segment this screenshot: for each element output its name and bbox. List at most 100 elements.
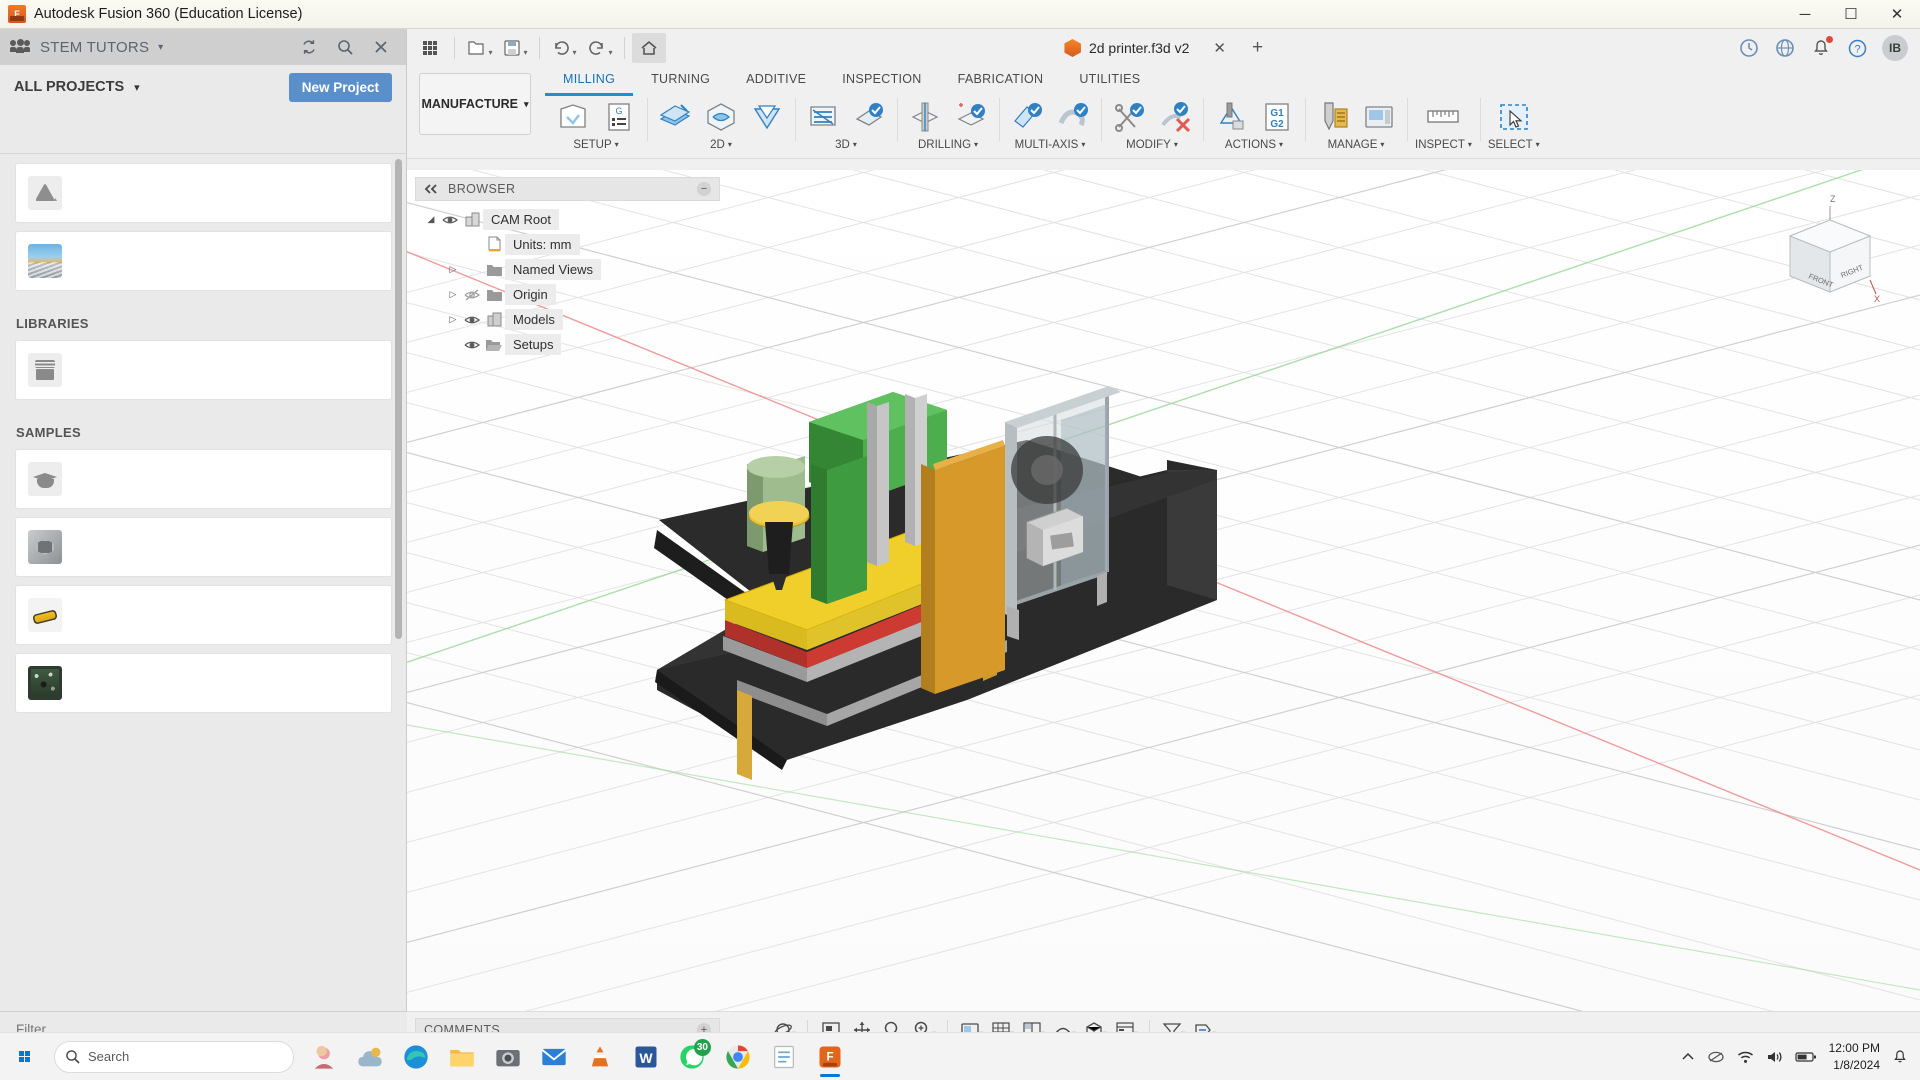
ribbon-group-label[interactable]: ACTIONS ▾ (1225, 139, 1283, 151)
project-card[interactable] (16, 164, 391, 222)
browser-header[interactable]: BROWSER − (415, 177, 720, 201)
generate-nc-program-icon[interactable]: G (599, 97, 639, 137)
user-avatar[interactable]: IB (1882, 35, 1908, 61)
select-icon[interactable] (1494, 97, 1534, 137)
team-name[interactable]: STEM TUTORS (40, 39, 149, 56)
ribbon-group-label[interactable]: MANAGE ▾ (1328, 139, 1385, 151)
visibility-eye-icon[interactable] (461, 314, 483, 326)
browser-tree-item[interactable]: ▷ Models (415, 307, 720, 332)
undo-icon[interactable]: ▾ (547, 33, 581, 63)
expand-arrow-icon[interactable]: ▷ (445, 314, 461, 325)
taskbar-whatsapp-icon[interactable]: 30 (670, 1035, 714, 1079)
browser-tree[interactable]: ◢ CAM Root Units: mm ▷ Named Views ▷ Origin ▷ Mo… (415, 201, 720, 357)
bell-icon[interactable] (1810, 36, 1833, 59)
ribbon-group-label[interactable]: 3D ▾ (835, 139, 857, 151)
redo-icon[interactable]: ▾ (583, 33, 617, 63)
close-panel-icon[interactable] (370, 36, 392, 58)
parallel-3d-icon[interactable] (849, 97, 889, 137)
battery-icon[interactable] (1795, 1051, 1817, 1063)
view-cube[interactable]: Z FRONT RIGHT X (1770, 190, 1880, 304)
ribbon-group-label[interactable]: SELECT ▾ (1488, 139, 1540, 151)
ribbon-tab-turning[interactable]: TURNING (633, 72, 728, 96)
taskbar-mail-icon[interactable] (532, 1035, 576, 1079)
browser-tree-label[interactable]: Setups (505, 334, 562, 355)
maximize-button[interactable]: ☐ (1828, 0, 1874, 29)
ribbon-group-label[interactable]: SETUP ▾ (573, 139, 618, 151)
post-process-icon[interactable]: G1 G2 (1257, 97, 1297, 137)
document-tab[interactable]: 2d printer.f3d v2 ✕ + (1063, 29, 1263, 67)
taskbar-file-explorer-icon[interactable] (440, 1035, 484, 1079)
help-icon[interactable]: ? (1846, 37, 1868, 59)
job-status-icon[interactable] (1738, 37, 1760, 59)
ribbon-group-label[interactable]: INSPECT ▾ (1415, 139, 1472, 151)
drill-icon[interactable] (905, 97, 945, 137)
ribbon-group-label[interactable]: MODIFY ▾ (1126, 139, 1178, 151)
visibility-eye-icon[interactable] (461, 339, 483, 351)
trim-toolpath-icon[interactable] (1109, 97, 1149, 137)
new-project-button[interactable]: New Project (288, 72, 392, 102)
delete-toolpath-icon[interactable] (1155, 97, 1195, 137)
ribbon-tab-fabrication[interactable]: FABRICATION (940, 72, 1062, 96)
taskbar-chrome-icon[interactable] (716, 1035, 760, 1079)
taskbar-fusion360-icon[interactable]: F (808, 1035, 852, 1079)
project-card[interactable] (16, 232, 391, 290)
expand-arrow-icon[interactable]: ▷ (445, 289, 461, 300)
taskbar-widget-weather-icon[interactable] (348, 1035, 392, 1079)
close-document-icon[interactable]: ✕ (1213, 39, 1226, 57)
taskbar-vlc-icon[interactable] (578, 1035, 622, 1079)
ribbon-tab-milling[interactable]: MILLING (545, 72, 634, 96)
all-projects-label[interactable]: ALL PROJECTS (14, 79, 124, 95)
tool-library-icon[interactable] (1313, 97, 1353, 137)
machine-library-icon[interactable] (1359, 97, 1399, 137)
taskbar-widget-people-icon[interactable] (302, 1035, 346, 1079)
windows-start-icon[interactable] (0, 1033, 48, 1080)
save-icon[interactable]: ▾ (498, 33, 532, 63)
taskbar-notepad-icon[interactable] (762, 1035, 806, 1079)
browser-tree-label[interactable]: Units: mm (505, 234, 580, 255)
taskbar-camera-icon[interactable] (486, 1035, 530, 1079)
search-icon[interactable] (334, 36, 356, 58)
taskbar-edge-icon[interactable] (394, 1035, 438, 1079)
collapse-left-icon[interactable] (424, 184, 438, 194)
visibility-eye-icon[interactable] (461, 288, 483, 301)
ribbon-tab-utilities[interactable]: UTILITIES (1061, 72, 1158, 96)
browser-tree-item[interactable]: ▷ Named Views (415, 257, 720, 282)
new-tab-button[interactable]: + (1252, 37, 1263, 59)
show-hidden-icons-icon[interactable] (1681, 1050, 1695, 1064)
ribbon-group-label[interactable]: 2D ▾ (710, 139, 732, 151)
taskbar-clock[interactable]: 12:00 PM 1/8/2024 (1829, 1040, 1880, 1072)
scrollbar-thumb[interactable] (395, 159, 402, 639)
home-icon[interactable] (632, 33, 666, 63)
grid-apps-icon[interactable] (413, 33, 447, 63)
browser-tree-label[interactable]: Models (505, 309, 563, 330)
ribbon-tab-additive[interactable]: ADDITIVE (728, 72, 824, 96)
document-name[interactable]: 2d printer.f3d v2 (1089, 40, 1189, 56)
bore-icon[interactable] (951, 97, 991, 137)
adaptive-2d-icon[interactable] (701, 97, 741, 137)
project-card[interactable] (16, 586, 391, 644)
face-2d-icon[interactable] (655, 97, 695, 137)
viewport-canvas[interactable]: BROWSER − ◢ CAM Root Units: mm ▷ Named Views… (407, 170, 1920, 1011)
expand-arrow-icon[interactable]: ◢ (423, 214, 439, 225)
adaptive-3d-icon[interactable] (803, 97, 843, 137)
minimize-button[interactable]: ─ (1782, 0, 1828, 29)
project-card[interactable] (16, 341, 391, 399)
workspace-switcher[interactable]: MANUFACTURE ▾ (419, 73, 531, 135)
browser-tree-label[interactable]: Named Views (505, 259, 601, 280)
simulate-icon[interactable] (1211, 97, 1251, 137)
community-icon[interactable] (1774, 37, 1796, 59)
project-list-scrollbar[interactable] (395, 159, 402, 819)
project-card[interactable] (16, 654, 391, 712)
browser-tree-label[interactable]: Origin (505, 284, 556, 305)
volume-icon[interactable] (1766, 1050, 1783, 1064)
browser-tree-item[interactable]: ▷ Origin (415, 282, 720, 307)
ribbon-tab-inspection[interactable]: INSPECTION (824, 72, 939, 96)
notification-bell-icon[interactable] (1892, 1049, 1908, 1065)
ribbon-group-label[interactable]: MULTI-AXIS ▾ (1015, 139, 1086, 151)
project-card[interactable] (16, 450, 391, 508)
pocket-2d-icon[interactable] (747, 97, 787, 137)
pen-icon[interactable] (1707, 1050, 1725, 1064)
wifi-icon[interactable] (1737, 1050, 1754, 1064)
new-file-icon[interactable]: ▾ (462, 33, 496, 63)
measure-icon[interactable] (1423, 97, 1463, 137)
